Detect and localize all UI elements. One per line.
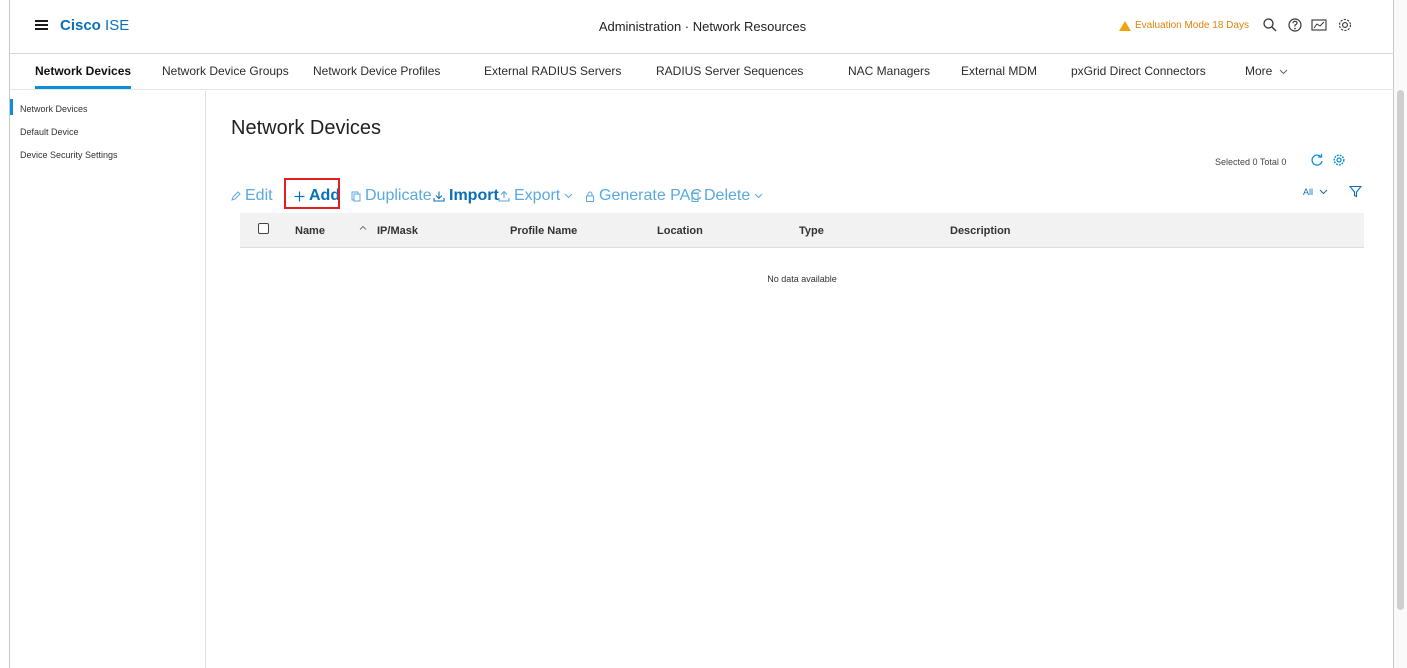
dashboard-icon[interactable] <box>1310 16 1328 34</box>
export-button[interactable]: Export <box>498 187 573 205</box>
column-header-type[interactable]: Type <box>799 225 824 237</box>
table-header: Name IP/Mask Profile Name Location Type … <box>240 213 1364 248</box>
evaluation-badge[interactable]: Evaluation Mode 18 Days <box>1119 20 1249 31</box>
duplicate-label: Duplicate <box>365 187 432 204</box>
export-label: Export <box>514 187 561 204</box>
filter-dropdown-label: All <box>1303 187 1314 197</box>
sidebar-item-device-security-settings[interactable]: Device Security Settings <box>20 150 118 160</box>
gear-icon[interactable] <box>1336 16 1354 34</box>
delete-label: Delete <box>704 187 751 204</box>
generate-pac-label: Generate PAC <box>599 187 702 204</box>
column-header-name[interactable]: Name <box>295 225 325 237</box>
lock-icon <box>586 191 594 202</box>
import-button[interactable]: Import <box>433 187 499 205</box>
import-icon <box>433 191 445 202</box>
column-header-description[interactable]: Description <box>950 225 1011 237</box>
edit-label: Edit <box>245 187 273 204</box>
generate-pac-button[interactable]: Generate PAC <box>585 187 702 205</box>
duplicate-button[interactable]: Duplicate <box>351 187 432 205</box>
warning-icon <box>1119 20 1131 31</box>
filter-dropdown[interactable]: All <box>1303 187 1328 197</box>
duplicate-icon <box>351 191 361 201</box>
add-button-highlight <box>284 178 340 209</box>
sidebar-item-network-devices[interactable]: Network Devices <box>20 104 88 114</box>
sidebar-active-indicator <box>10 99 13 115</box>
page-scrollbar[interactable] <box>1394 0 1407 668</box>
tab-network-devices[interactable]: Network Devices <box>35 64 132 89</box>
chevron-down-icon <box>1319 189 1327 195</box>
tab-radius-server-sequences[interactable]: RADIUS Server Sequences <box>656 64 803 78</box>
scrollbar-thumb[interactable] <box>1397 90 1404 610</box>
delete-button[interactable]: Delete <box>690 187 763 205</box>
tab-pxgrid-direct-connectors[interactable]: pxGrid Direct Connectors <box>1071 64 1206 78</box>
table-settings-icon[interactable] <box>1332 153 1346 167</box>
column-header-ip-mask[interactable]: IP/Mask <box>377 225 418 237</box>
chevron-down-icon <box>564 193 573 199</box>
search-icon[interactable] <box>1261 16 1279 34</box>
tab-network-device-groups[interactable]: Network Device Groups <box>162 64 289 78</box>
chevron-down-icon <box>1279 69 1288 75</box>
top-header: Cisco ISE Administration · Network Resou… <box>10 0 1395 54</box>
tab-more[interactable]: More <box>1245 64 1288 78</box>
selection-count: Selected 0 Total 0 <box>1215 157 1287 167</box>
help-icon[interactable] <box>1286 16 1304 34</box>
tab-network-device-profiles[interactable]: Network Device Profiles <box>313 64 440 78</box>
page-title: Network Devices <box>231 117 382 139</box>
edit-button[interactable]: Edit <box>231 187 273 205</box>
tab-external-mdm[interactable]: External MDM <box>961 64 1037 78</box>
sort-ascending-icon[interactable] <box>358 223 368 233</box>
column-header-location[interactable]: Location <box>657 225 703 237</box>
trash-icon <box>691 192 699 202</box>
evaluation-text: Evaluation Mode 18 Days <box>1135 20 1249 31</box>
import-label: Import <box>449 187 499 204</box>
tab-bar: Network Devices Network Device Groups Ne… <box>10 53 1395 90</box>
empty-table-message: No data available <box>767 274 837 284</box>
pencil-icon <box>231 191 241 201</box>
filter-icon[interactable] <box>1349 185 1362 198</box>
sidebar-item-default-device[interactable]: Default Device <box>20 127 79 137</box>
export-icon <box>498 190 510 202</box>
refresh-icon[interactable] <box>1310 153 1324 167</box>
tab-external-radius-servers[interactable]: External RADIUS Servers <box>484 64 621 78</box>
select-all-checkbox[interactable] <box>258 223 269 234</box>
tab-nac-managers[interactable]: NAC Managers <box>848 64 930 78</box>
app-window: Cisco ISE Administration · Network Resou… <box>9 0 1395 668</box>
column-header-profile-name[interactable]: Profile Name <box>510 225 577 237</box>
sidebar: Network Devices Default Device Device Se… <box>10 91 206 668</box>
chevron-down-icon <box>754 193 763 199</box>
tab-more-label: More <box>1245 64 1273 78</box>
